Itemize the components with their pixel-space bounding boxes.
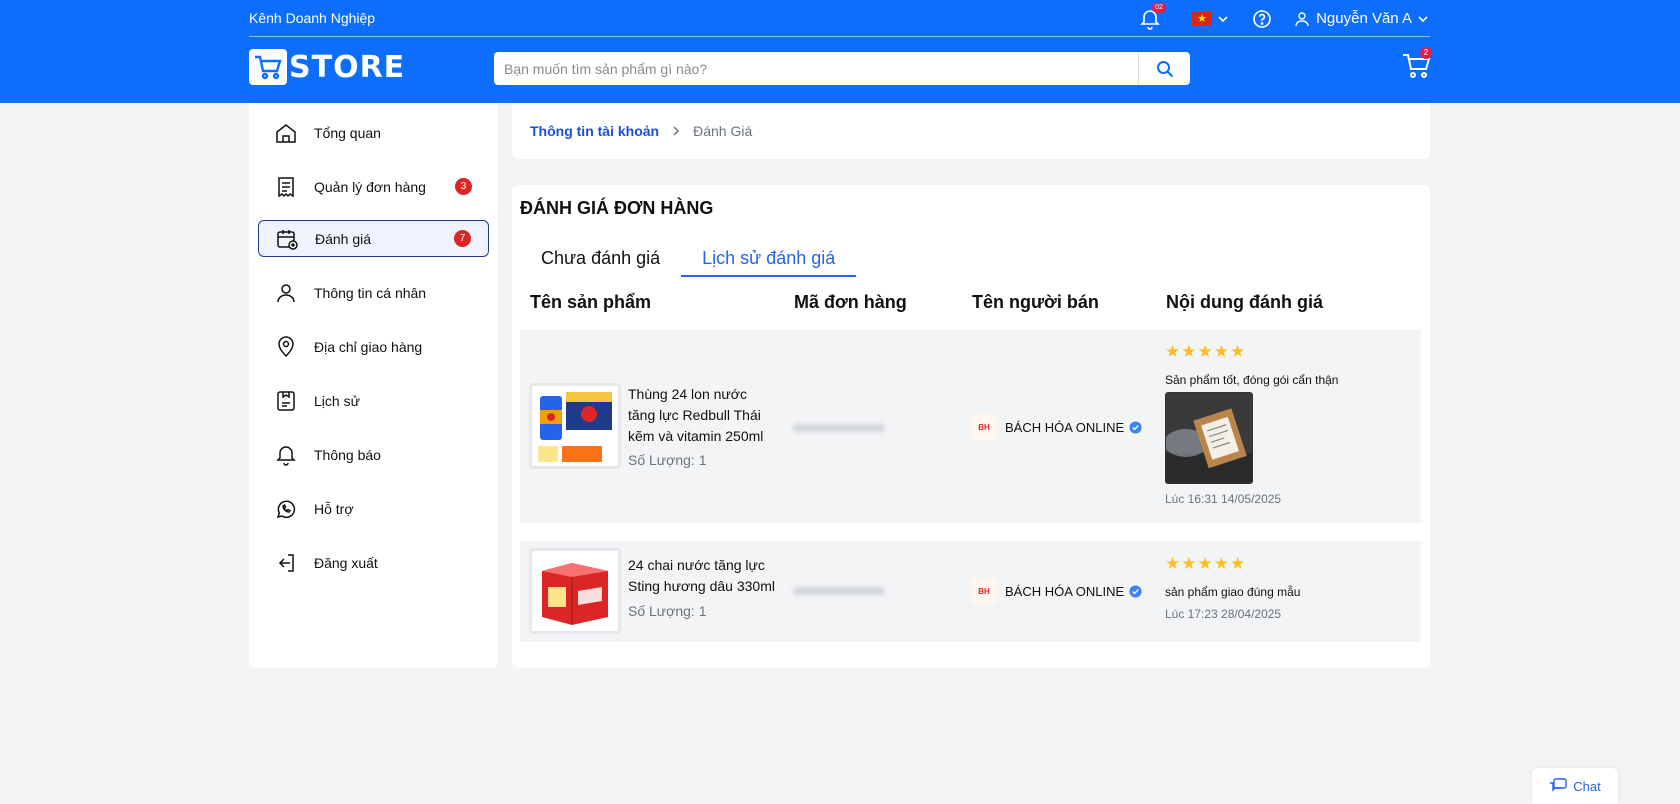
home-icon <box>276 123 296 143</box>
logout-icon <box>278 553 294 572</box>
seller-name: BÁCH HÓA ONLINE <box>1005 419 1125 435</box>
user-icon <box>277 283 295 302</box>
top-bar: Kênh Doanh Nghiệp 02 ★ Nguyễn Văn A <box>249 0 1430 37</box>
review-timestamp: Lúc 17:23 28/04/2025 <box>1165 607 1282 621</box>
review-text: Sản phẩm tốt, đóng gói cẩn thận <box>1165 373 1339 387</box>
seller-logo-icon: BH <box>971 414 997 440</box>
history-icon <box>277 390 295 411</box>
cart-button[interactable]: 2 <box>1402 47 1432 80</box>
page-title: ĐÁNH GIÁ ĐƠN HÀNG <box>520 198 714 218</box>
column-header-review: Nội dung đánh giá <box>1166 292 1323 312</box>
column-header-product: Tên sản phẩm <box>530 292 652 312</box>
seller-name: BÁCH HÓA ONLINE <box>1005 583 1125 599</box>
breadcrumb: Thông tin tài khoản Đánh Giá <box>512 103 1430 159</box>
logo-text: STORE <box>289 49 406 85</box>
sidebar-item-notifications[interactable]: Thông báo <box>258 436 489 473</box>
table-row: Thùng 24 lon nước tăng lực Redbull Thái … <box>520 330 1421 523</box>
chevron-down-icon[interactable] <box>1416 12 1430 26</box>
breadcrumb-account-link[interactable]: Thông tin tài khoản <box>530 123 659 139</box>
product-thumbnail-sting[interactable] <box>529 548 621 634</box>
account-sidebar: Tổng quan Quản lý đơn hàng 3 Đánh giá 7 … <box>249 103 498 668</box>
sidebar-item-label: Thông báo <box>314 446 381 463</box>
tab-pending-reviews[interactable]: Chưa đánh giá <box>520 245 681 277</box>
sidebar-item-logout[interactable]: Đăng xuất <box>258 544 489 581</box>
receipt-icon <box>278 176 294 197</box>
review-text: sản phẩm giao đúng mẫu <box>1165 585 1301 599</box>
verified-badge-icon <box>1129 420 1142 434</box>
order-code-blurred <box>793 587 885 595</box>
sidebar-item-reviews[interactable]: Đánh giá 7 <box>258 220 489 257</box>
sidebar-item-personal-info[interactable]: Thông tin cá nhân <box>258 274 489 311</box>
verified-badge-icon <box>1129 584 1142 598</box>
product-thumbnail-redbull[interactable] <box>529 383 621 469</box>
sidebar-item-label: Thông tin cá nhân <box>314 284 427 301</box>
cart-logo-icon <box>249 49 287 85</box>
reviews-count-badge: 7 <box>454 230 471 247</box>
search-button[interactable] <box>1138 52 1190 85</box>
product-name[interactable]: 24 chai nước tăng lực Sting hương dâu 33… <box>628 555 778 597</box>
sidebar-item-label: Địa chỉ giao hàng <box>314 338 423 355</box>
sidebar-item-label: Hỗ trợ <box>314 500 354 517</box>
column-header-seller: Tên người bán <box>972 292 1099 312</box>
sidebar-item-label: Đánh giá <box>315 230 372 247</box>
user-name-menu[interactable]: Nguyễn Văn A <box>1316 10 1412 27</box>
sidebar-item-orders[interactable]: Quản lý đơn hàng 3 <box>258 168 489 205</box>
chevron-down-icon[interactable] <box>1216 12 1230 26</box>
tab-review-history[interactable]: Lịch sử đánh giá <box>681 245 857 277</box>
sidebar-item-support[interactable]: Hỗ trợ <box>258 490 489 527</box>
review-timestamp: Lúc 16:31 14/05/2025 <box>1165 492 1282 506</box>
cart-count-badge: 2 <box>1420 47 1432 59</box>
user-icon <box>1295 11 1309 26</box>
review-tabs: Chưa đánh giá Lịch sử đánh giá <box>520 245 857 277</box>
site-header: Kênh Doanh Nghiệp 02 ★ Nguyễn Văn A STOR… <box>0 0 1680 103</box>
sidebar-item-label: Đăng xuất <box>314 554 378 571</box>
search-input[interactable] <box>494 52 1138 85</box>
seller-info[interactable]: BH BÁCH HÓA ONLINE <box>971 414 1142 440</box>
whatsapp-support-icon <box>276 500 296 518</box>
seller-info[interactable]: BH BÁCH HÓA ONLINE <box>971 578 1142 604</box>
sidebar-item-label: Quản lý đơn hàng <box>314 178 426 195</box>
notification-bell-button[interactable]: 02 <box>1138 2 1166 31</box>
product-quantity: Số Lượng: 1 <box>628 452 707 468</box>
business-channel-link[interactable]: Kênh Doanh Nghiệp <box>249 10 375 26</box>
chat-bubble-icon <box>1550 778 1567 792</box>
bell-icon <box>276 445 296 466</box>
help-icon[interactable] <box>1252 9 1272 29</box>
breadcrumb-current: Đánh Giá <box>693 123 753 139</box>
vietnam-flag-icon[interactable]: ★ <box>1192 11 1213 26</box>
review-photo[interactable] <box>1165 392 1253 484</box>
seller-logo-icon: BH <box>971 578 997 604</box>
sidebar-item-label: Tổng quan <box>314 124 381 141</box>
chat-label: Chat <box>1573 778 1601 794</box>
orders-count-badge: 3 <box>455 178 472 195</box>
calendar-review-icon <box>277 229 298 250</box>
sidebar-item-label: Lịch sử <box>314 392 360 409</box>
chevron-right-icon <box>673 126 680 136</box>
reviews-panel: ĐÁNH GIÁ ĐƠN HÀNG Chưa đánh giá Lịch sử … <box>512 185 1430 668</box>
sidebar-item-history[interactable]: Lịch sử <box>258 382 489 419</box>
order-code-blurred <box>793 424 885 432</box>
notification-count-badge: 02 <box>1152 2 1166 13</box>
sidebar-item-shipping-address[interactable]: Địa chỉ giao hàng <box>258 328 489 365</box>
table-row: 24 chai nước tăng lực Sting hương dâu 33… <box>520 541 1421 642</box>
location-pin-icon <box>278 335 294 357</box>
rating-stars: ★★★★★ <box>1165 554 1247 574</box>
rating-stars: ★★★★★ <box>1165 342 1247 362</box>
search-bar <box>494 52 1190 85</box>
store-logo[interactable]: STORE <box>249 49 405 85</box>
search-icon <box>1156 60 1173 77</box>
sidebar-item-overview[interactable]: Tổng quan <box>258 114 489 151</box>
product-name[interactable]: Thùng 24 lon nước tăng lực Redbull Thái … <box>628 384 778 447</box>
product-quantity: Số Lượng: 1 <box>628 603 707 619</box>
chat-button[interactable]: Chat <box>1532 768 1618 804</box>
top-right-actions: 02 ★ Nguyễn Văn A <box>1138 0 1430 37</box>
column-header-order-code: Mã đơn hàng <box>794 292 907 312</box>
